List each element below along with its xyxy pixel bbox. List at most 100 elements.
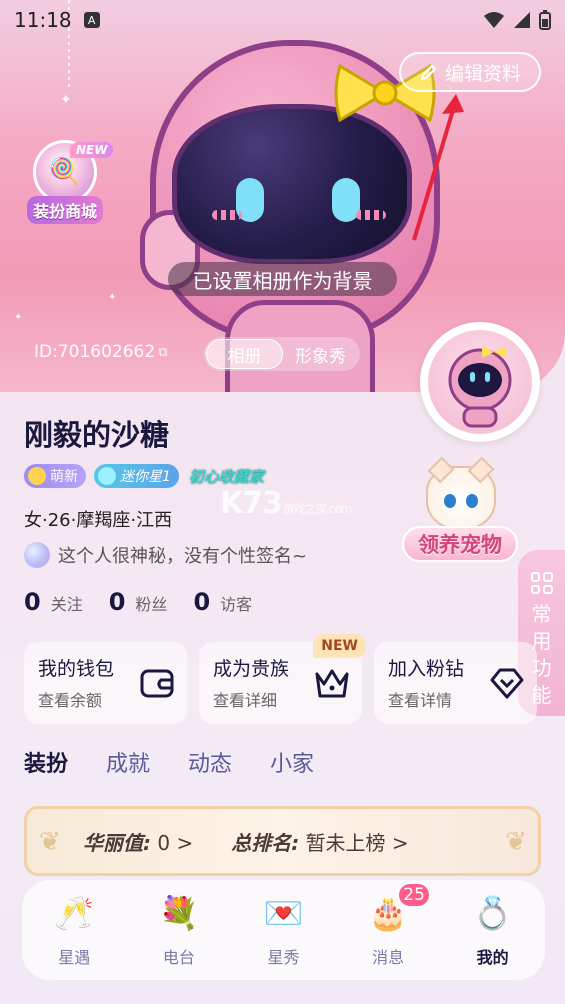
bottom-navigation: 🥂 星遇 💐 电台 💌 星秀 🎂 25 消息 💍 我的 [22, 880, 545, 980]
nav-messages[interactable]: 🎂 25 消息 [343, 882, 433, 968]
signal-icon [514, 12, 530, 28]
feature-cards: 我的钱包 查看余额 成为贵族 查看详细 NEW 加入粉钻 查看详情 [24, 634, 537, 724]
segment-album[interactable]: 相册 [206, 339, 283, 369]
glamour-value[interactable]: 华丽值: 0 > [83, 827, 193, 856]
avatar[interactable] [420, 322, 540, 442]
sparkle-icon: ✦ [108, 292, 117, 303]
watermark-main: K73 [220, 486, 283, 521]
tag-newbie[interactable]: 萌新 [24, 464, 86, 488]
edit-profile-label: 编辑资料 [444, 62, 521, 85]
new-badge: NEW [70, 142, 114, 158]
nav-label: 电台 [162, 948, 195, 967]
nav-label: 消息 [372, 948, 405, 967]
wallet-card[interactable]: 我的钱包 查看余额 [24, 642, 187, 724]
envelope-icon: 💌 [263, 894, 304, 932]
tab-dressup[interactable]: 装扮 [24, 746, 68, 778]
pink-diamond-card[interactable]: 加入粉钻 查看详情 [374, 642, 537, 724]
tag-label: 萌新 [50, 469, 78, 485]
tab-achievements[interactable]: 成就 [106, 746, 150, 778]
user-id[interactable]: ID:701602662 ⧉ [34, 342, 167, 362]
stat-label: 粉丝 [135, 595, 168, 614]
bio[interactable]: 这个人很神秘，没有个性签名~ [24, 542, 307, 568]
tag-label: 初心收藏家 [188, 467, 264, 486]
cat-ear [427, 456, 455, 484]
champagne-icon: 🥂 [54, 894, 95, 932]
flourish-icon: ❦ [39, 827, 61, 857]
avatar-image [428, 330, 532, 434]
stat-following[interactable]: 0 关注 [24, 588, 83, 616]
crown-icon [315, 669, 349, 698]
nickname: 刚毅的沙糖 [24, 418, 170, 452]
dress-shop-entry[interactable]: 🍭 NEW 装扮商城 [22, 140, 114, 240]
user-tags: 萌新 迷你星1 初心收藏家 [24, 464, 266, 488]
chick-icon [28, 467, 46, 485]
tag-label: 迷你星1 [120, 469, 171, 485]
nav-me[interactable]: 💍 我的 [448, 888, 538, 968]
cat-eye [466, 494, 478, 508]
notification-icon: A [83, 12, 100, 28]
rank-label: 总排名: [231, 830, 300, 855]
unread-badge: 25 [397, 882, 432, 908]
bouquet-icon: 💐 [158, 894, 199, 932]
astronaut-avatar-icon [448, 346, 512, 428]
nav-meet[interactable]: 🥂 星遇 [29, 888, 119, 968]
grid-icon [530, 572, 553, 594]
flourish-icon: ❦ [505, 827, 527, 857]
stat-number: 0 [108, 588, 126, 616]
stat-fans[interactable]: 0 粉丝 [109, 588, 168, 616]
glamour-number: 0 > [157, 830, 194, 855]
sparkle-icon: ✦ [14, 312, 23, 323]
watermark-domain: .com [326, 502, 352, 516]
status-bar: 11:18 A [0, 0, 565, 40]
background-mode-switch[interactable]: 相册 形象秀 [204, 337, 360, 371]
tag-collector[interactable]: 初心收藏家 [187, 464, 266, 488]
adopt-pet-button[interactable]: 领养宠物 [402, 456, 518, 576]
cat-ear [467, 456, 495, 484]
rank-number: 暂未上榜 > [305, 830, 409, 855]
tab-home[interactable]: 小家 [270, 746, 314, 778]
glamour-label: 华丽值: [83, 830, 151, 855]
battery-icon [539, 10, 551, 30]
nobility-card[interactable]: 成为贵族 查看详细 NEW [199, 634, 366, 724]
cat-icon [426, 456, 496, 530]
bio-text: 这个人很神秘，没有个性签名~ [58, 546, 308, 567]
glamour-rank-bar[interactable]: ❦ 华丽值: 0 > 总排名: 暂未上榜 > ❦ [24, 806, 541, 876]
toast-message: 已设置相册作为背景 [168, 262, 397, 296]
total-rank[interactable]: 总排名: 暂未上榜 > [231, 827, 408, 856]
diamond-icon [490, 668, 524, 699]
nav-label: 星秀 [267, 948, 300, 967]
adopt-pet-label: 领养宠物 [402, 526, 518, 562]
nav-star-show[interactable]: 💌 星秀 [238, 888, 328, 968]
dress-shop-label: 装扮商城 [26, 196, 103, 224]
pencil-icon [420, 65, 436, 80]
stat-number: 0 [24, 588, 41, 616]
sparkle-icon: ✦ [60, 92, 72, 108]
stat-label: 访客 [220, 595, 253, 614]
nav-label: 我的 [476, 948, 509, 967]
astronaut-blush [356, 210, 386, 220]
wifi-icon [484, 12, 504, 28]
new-badge: NEW [313, 634, 366, 658]
edit-profile-button[interactable]: 编辑资料 [399, 52, 541, 92]
tab-moments[interactable]: 动态 [188, 746, 232, 778]
segment-image-show[interactable]: 形象秀 [283, 339, 358, 369]
stat-number: 0 [193, 588, 211, 616]
tag-mini-star[interactable]: 迷你星1 [94, 464, 179, 488]
copy-icon[interactable]: ⧉ [158, 345, 167, 360]
watermark-sub: 游戏之家 [282, 502, 327, 516]
stat-visitors[interactable]: 0 访客 [193, 588, 252, 616]
stat-label: 关注 [50, 595, 83, 614]
profile-tabs: 装扮 成就 动态 小家 [24, 746, 314, 778]
side-tab-char: 常 [531, 602, 552, 626]
red-arrow-annotation [412, 94, 464, 241]
watermark: K73游戏之家.com [220, 486, 352, 521]
cat-eye [444, 494, 456, 508]
star-badge-icon [98, 467, 116, 485]
nav-label: 星遇 [58, 948, 91, 967]
nav-radio[interactable]: 💐 电台 [134, 888, 224, 968]
status-time: 11:18 [14, 8, 72, 32]
stats-row: 0 关注 0 粉丝 0 访客 [24, 588, 252, 616]
basic-info: 女·26·摩羯座·江西 [24, 510, 173, 531]
ring-icon: 💍 [472, 894, 513, 932]
astronaut-blush [212, 210, 242, 220]
